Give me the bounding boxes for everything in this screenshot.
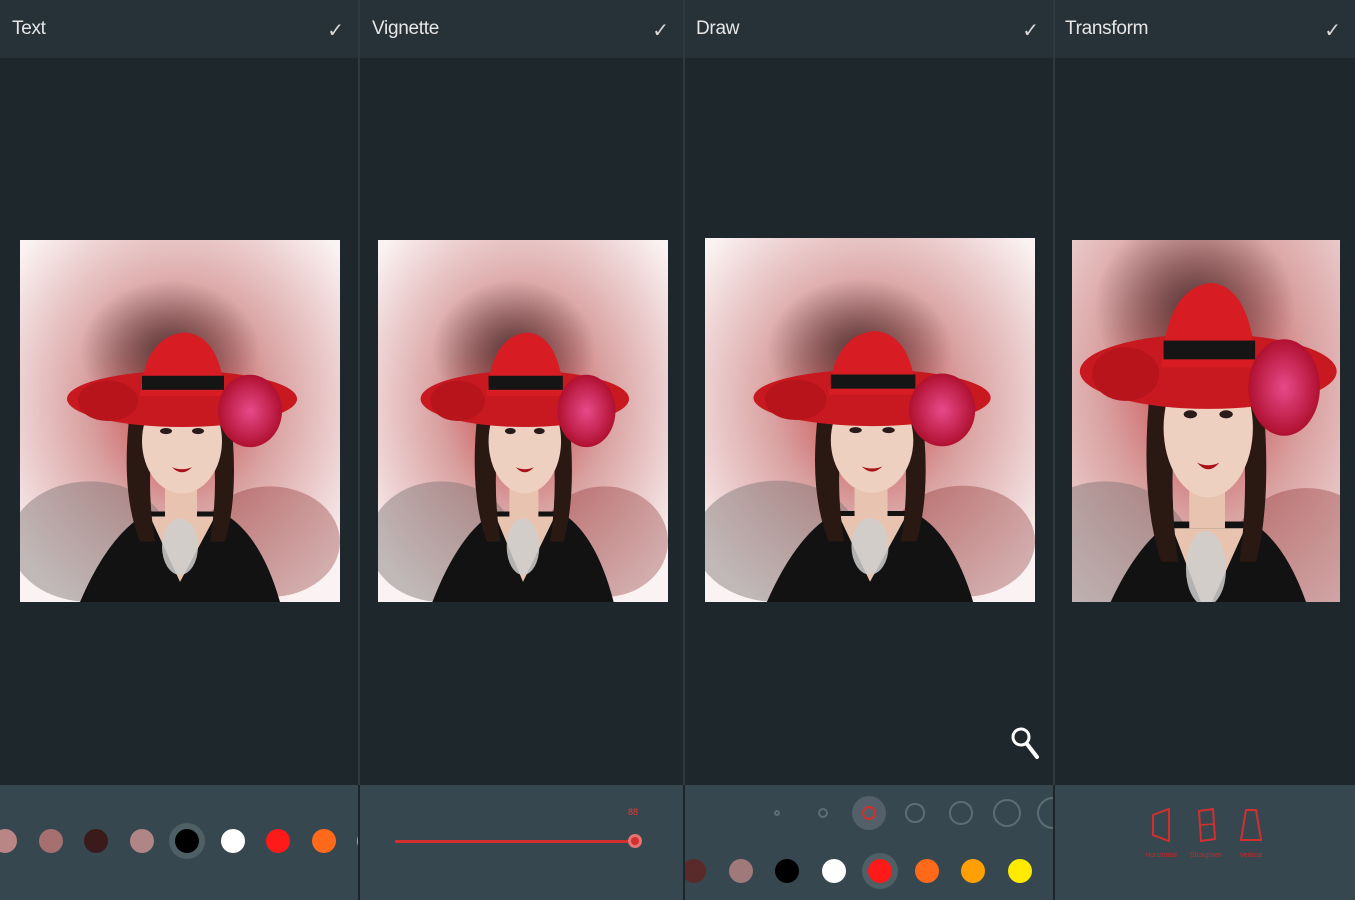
panel-title: Transform xyxy=(1065,18,1149,39)
check-icon[interactable]: ✓ xyxy=(1022,18,1039,43)
color-swatch[interactable] xyxy=(175,829,199,853)
color-swatch[interactable] xyxy=(220,829,245,853)
color-toolbar xyxy=(0,785,358,900)
draw-toolbar xyxy=(685,785,1053,900)
check-icon[interactable]: ✓ xyxy=(652,18,669,43)
transform-toolbar: Horizontal Straighten Vertical xyxy=(1055,785,1355,900)
brush-size-option[interactable] xyxy=(774,810,780,816)
photo-preview xyxy=(20,240,340,602)
color-swatch[interactable] xyxy=(1007,859,1032,883)
vignette-panel: Vignette ✓ 88 xyxy=(360,0,683,900)
check-icon[interactable]: ✓ xyxy=(327,18,344,43)
color-swatch[interactable] xyxy=(311,829,336,853)
color-swatch[interactable] xyxy=(868,859,892,883)
color-swatch[interactable] xyxy=(38,829,63,853)
text-panel: Text ✓ xyxy=(0,0,358,900)
color-swatch[interactable] xyxy=(914,859,939,883)
vignette-toolbar: 88 xyxy=(360,785,683,900)
photo-preview xyxy=(705,238,1035,602)
brush-size-option[interactable] xyxy=(993,799,1021,827)
vignette-slider-track[interactable] xyxy=(395,840,635,843)
vertical-perspective-button[interactable]: Vertical xyxy=(1231,807,1271,859)
magnifier-icon[interactable] xyxy=(1010,726,1040,760)
color-swatch[interactable] xyxy=(357,829,358,853)
color-swatch[interactable] xyxy=(821,859,846,883)
straighten-button[interactable]: Straighten xyxy=(1186,807,1226,859)
check-icon[interactable]: ✓ xyxy=(1324,18,1341,43)
perspective-horizontal-icon xyxy=(1152,807,1170,843)
color-swatch[interactable] xyxy=(129,829,154,853)
draw-header: Draw ✓ xyxy=(685,0,1053,58)
color-swatch[interactable] xyxy=(775,859,799,883)
vertical-label: Vertical xyxy=(1239,852,1263,859)
straighten-label: Straighten xyxy=(1190,852,1222,859)
vignette-slider-thumb[interactable] xyxy=(628,834,642,848)
draw-panel: Draw ✓ xyxy=(685,0,1053,900)
horizontal-perspective-button[interactable]: Horizontal xyxy=(1141,807,1181,859)
photo-preview xyxy=(1072,240,1340,602)
brush-size-option[interactable] xyxy=(817,807,829,819)
color-swatch[interactable] xyxy=(685,859,706,883)
vignette-header: Vignette ✓ xyxy=(360,0,683,58)
transform-header: Transform ✓ xyxy=(1055,0,1355,58)
panel-title: Text xyxy=(12,18,46,39)
panel-title: Draw xyxy=(696,18,740,39)
brush-size-option[interactable] xyxy=(905,803,925,823)
color-swatch[interactable] xyxy=(728,859,753,883)
transform-panel: Transform ✓ Horizontal Straighten Vertic… xyxy=(1055,0,1355,900)
color-swatch[interactable] xyxy=(266,829,290,853)
perspective-vertical-icon xyxy=(1239,809,1263,841)
horizontal-label: Horizontal xyxy=(1145,852,1177,859)
brush-size-option[interactable] xyxy=(1036,796,1053,830)
color-swatch[interactable] xyxy=(0,829,17,853)
straighten-icon xyxy=(1197,807,1217,843)
panel-title: Vignette xyxy=(372,18,439,39)
photo-preview xyxy=(378,240,668,602)
brush-size-option[interactable] xyxy=(949,801,973,825)
text-header: Text ✓ xyxy=(0,0,358,58)
color-swatch[interactable] xyxy=(961,859,985,883)
color-swatch[interactable] xyxy=(84,829,108,853)
slider-value: 88 xyxy=(628,807,639,817)
